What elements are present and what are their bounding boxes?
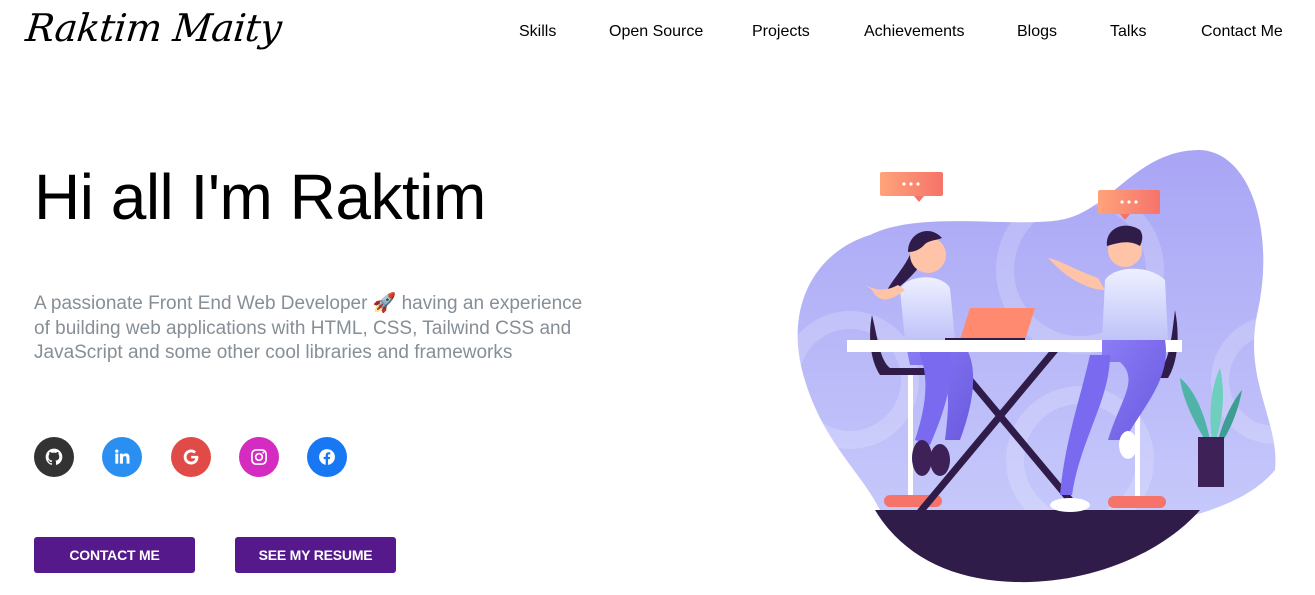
github-icon xyxy=(45,448,63,465)
instagram-icon xyxy=(251,449,267,465)
see-my-resume-button[interactable]: SEE MY RESUME xyxy=(235,537,396,573)
linkedin-icon xyxy=(115,449,130,464)
contact-me-button[interactable]: CONTACT ME xyxy=(34,537,195,573)
nav-achievements[interactable]: Achievements xyxy=(864,23,965,41)
facebook-link[interactable] xyxy=(307,437,347,477)
github-link[interactable] xyxy=(34,437,74,477)
hero-title: Hi all I'm Raktim xyxy=(34,161,486,233)
facebook-icon xyxy=(319,449,335,465)
site-logo[interactable]: Raktim Maity xyxy=(24,6,284,50)
instagram-link[interactable] xyxy=(239,437,279,477)
hero-description: A passionate Front End Web Developer 🚀 h… xyxy=(34,293,583,363)
nav-skills[interactable]: Skills xyxy=(519,23,556,41)
speech-bubble-left xyxy=(880,172,943,202)
nav-talks[interactable]: Talks xyxy=(1110,23,1146,41)
site-header: Raktim Maity Skills Open Source Projects… xyxy=(0,0,1315,64)
google-icon xyxy=(183,449,199,465)
linkedin-link[interactable] xyxy=(102,437,142,477)
illustration-floor xyxy=(875,510,1200,583)
nav-contact-me[interactable]: Contact Me xyxy=(1201,23,1283,41)
nav-projects[interactable]: Projects xyxy=(752,23,810,41)
google-link[interactable] xyxy=(171,437,211,477)
nav-open-source[interactable]: Open Source xyxy=(609,23,703,41)
nav-blogs[interactable]: Blogs xyxy=(1017,23,1057,41)
hero-illustration xyxy=(780,140,1315,590)
